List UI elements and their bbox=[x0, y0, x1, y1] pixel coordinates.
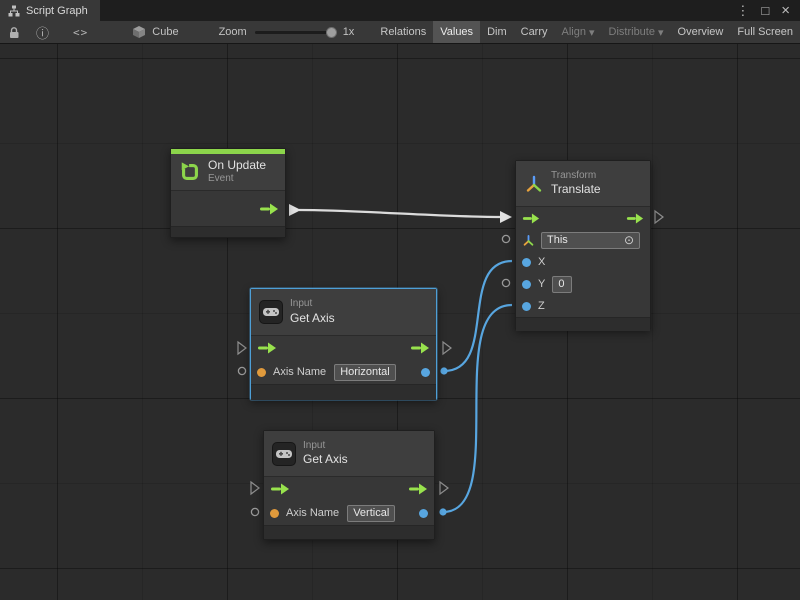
flow-input-icon[interactable] bbox=[270, 483, 290, 495]
title-bar: Script Graph ⋮ □ × bbox=[0, 0, 800, 21]
value-connection-start-dot[interactable] bbox=[440, 367, 447, 374]
align-button[interactable]: Align▾ bbox=[555, 21, 602, 43]
flow-source-port[interactable] bbox=[289, 204, 301, 216]
value-port-y-icon[interactable] bbox=[522, 280, 531, 289]
on-update-icon bbox=[179, 161, 201, 183]
zoom-control: Zoom 1x bbox=[219, 26, 355, 38]
zoom-slider-knob[interactable] bbox=[326, 27, 337, 38]
window-controls: ⋮ □ × bbox=[736, 0, 800, 21]
chevron-down-icon: ▾ bbox=[589, 26, 595, 39]
close-icon[interactable]: × bbox=[781, 3, 790, 18]
flow-output-icon[interactable] bbox=[626, 213, 644, 224]
script-graph-icon bbox=[8, 5, 20, 17]
flow-arrowhead[interactable] bbox=[500, 211, 512, 223]
overview-button[interactable]: Overview bbox=[671, 21, 731, 43]
node-subtitle: Event bbox=[208, 173, 266, 186]
flow-output-port[interactable] bbox=[440, 482, 448, 494]
node-title: On Update bbox=[208, 158, 266, 173]
node-get-axis-vertical[interactable]: Input Get Axis Axis Name Vertical bbox=[263, 430, 435, 540]
axis-name-field[interactable]: Horizontal bbox=[334, 364, 396, 381]
value-input-port[interactable] bbox=[238, 367, 245, 374]
node-footer bbox=[516, 317, 650, 331]
menu-icon[interactable]: ⋮ bbox=[736, 4, 749, 17]
cube-icon bbox=[132, 25, 146, 39]
distribute-button[interactable]: Distribute▾ bbox=[602, 21, 671, 43]
value-output-icon[interactable] bbox=[421, 368, 430, 377]
zoom-slider[interactable] bbox=[255, 31, 335, 34]
value-port-x-icon[interactable] bbox=[522, 258, 531, 267]
zoom-label: Zoom bbox=[219, 26, 247, 38]
transform-mini-icon bbox=[522, 234, 535, 247]
value-connection-vertical-z[interactable] bbox=[443, 305, 512, 512]
param-label: Axis Name bbox=[273, 366, 326, 378]
node-title: Get Axis bbox=[290, 311, 335, 326]
flow-output-icon[interactable] bbox=[408, 483, 428, 495]
dim-button[interactable]: Dim bbox=[480, 21, 514, 43]
object-picker-icon[interactable]: ⊙ bbox=[624, 235, 634, 245]
node-category: Input bbox=[290, 298, 335, 311]
code-icon[interactable]: <> bbox=[73, 26, 88, 39]
values-button[interactable]: Values bbox=[433, 21, 480, 43]
value-connection-start-dot[interactable] bbox=[439, 508, 446, 515]
chevron-down-icon: ▾ bbox=[658, 26, 664, 39]
value-input-port[interactable] bbox=[251, 508, 258, 515]
carry-button[interactable]: Carry bbox=[514, 21, 555, 43]
zoom-value: 1x bbox=[343, 26, 355, 38]
graph-owner[interactable]: Cube bbox=[132, 25, 178, 39]
node-title: Get Axis bbox=[303, 452, 348, 467]
y-value-field[interactable]: 0 bbox=[552, 276, 572, 293]
maximize-icon[interactable]: □ bbox=[761, 4, 769, 17]
flow-input-icon[interactable] bbox=[522, 213, 540, 224]
param-label: Axis Name bbox=[286, 507, 339, 519]
info-icon[interactable]: ⓘ bbox=[36, 23, 49, 42]
graph-toolbar: ⓘ <> Cube Zoom 1x Relations Values Dim C… bbox=[0, 21, 800, 44]
tab-script-graph[interactable]: Script Graph bbox=[0, 0, 100, 21]
this-field-value: This bbox=[547, 234, 568, 247]
gamepad-icon bbox=[259, 300, 283, 324]
axis-name-field[interactable]: Vertical bbox=[347, 505, 395, 522]
script-graph-window: Script Graph ⋮ □ × ⓘ <> Cube Zoom bbox=[0, 0, 800, 600]
node-footer bbox=[171, 226, 285, 237]
this-object-field[interactable]: This ⊙ bbox=[541, 232, 640, 249]
node-get-axis-horizontal[interactable]: Input Get Axis Axis Name Horizontal bbox=[250, 288, 437, 400]
flow-output-icon[interactable] bbox=[259, 203, 279, 215]
node-transform-translate[interactable]: Transform Translate This bbox=[515, 160, 651, 330]
node-title: Translate bbox=[551, 182, 601, 197]
flow-output-port[interactable] bbox=[655, 211, 663, 223]
node-category: Transform bbox=[551, 170, 601, 183]
relations-button[interactable]: Relations bbox=[373, 21, 433, 43]
node-footer bbox=[251, 384, 436, 400]
gamepad-icon bbox=[272, 442, 296, 466]
flow-input-port[interactable] bbox=[251, 482, 259, 494]
lock-icon[interactable] bbox=[8, 26, 20, 39]
transform-icon bbox=[524, 174, 544, 194]
value-input-port[interactable] bbox=[502, 279, 509, 286]
flow-connection[interactable] bbox=[299, 210, 500, 217]
value-port-z-icon[interactable] bbox=[522, 302, 531, 311]
value-input-port[interactable] bbox=[502, 235, 509, 242]
string-port-icon[interactable] bbox=[270, 509, 279, 518]
fullscreen-button[interactable]: Full Screen bbox=[730, 21, 800, 43]
port-label-z: Z bbox=[538, 300, 545, 312]
graph-owner-label: Cube bbox=[152, 26, 178, 38]
string-port-icon[interactable] bbox=[257, 368, 266, 377]
node-category: Input bbox=[303, 440, 348, 453]
value-output-icon[interactable] bbox=[419, 509, 428, 518]
tab-title: Script Graph bbox=[26, 5, 88, 17]
flow-input-icon[interactable] bbox=[257, 342, 277, 354]
toolbar-buttons: Relations Values Dim Carry Align▾ Distri… bbox=[373, 21, 800, 43]
value-connection-horizontal-x[interactable] bbox=[444, 261, 512, 371]
port-label-y: Y bbox=[538, 278, 545, 290]
flow-input-port[interactable] bbox=[238, 342, 246, 354]
flow-output-port[interactable] bbox=[443, 342, 451, 354]
port-label-x: X bbox=[538, 256, 545, 268]
node-footer bbox=[264, 525, 434, 539]
node-on-update[interactable]: On Update Event bbox=[170, 148, 286, 238]
flow-output-icon[interactable] bbox=[410, 342, 430, 354]
graph-canvas[interactable]: On Update Event Transform bbox=[0, 44, 800, 600]
